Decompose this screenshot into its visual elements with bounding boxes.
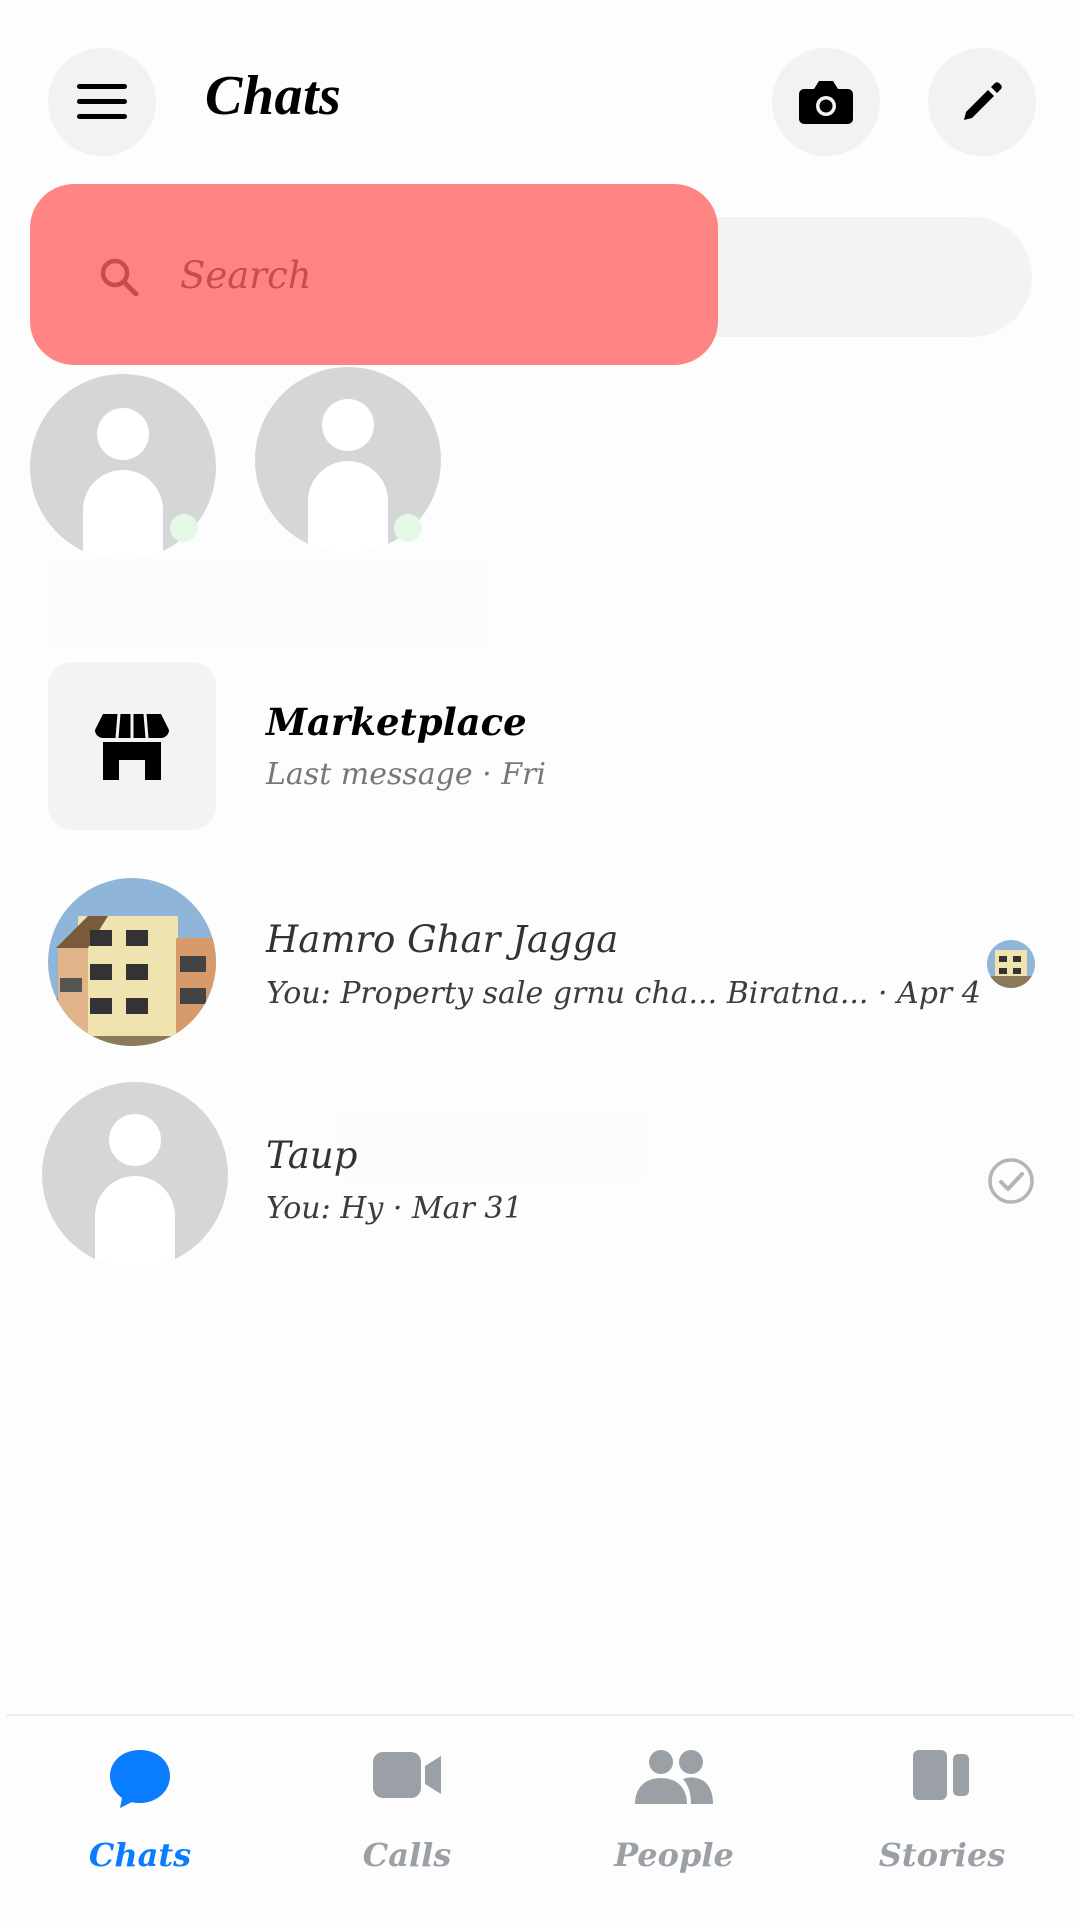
camera-button[interactable]: [772, 48, 880, 156]
default-person-icon: [322, 399, 374, 451]
tab-label: Calls: [362, 1836, 452, 1874]
tab-label: Chats: [88, 1836, 192, 1874]
people-icon: [635, 1750, 713, 1804]
tab-label: Stories: [878, 1836, 1006, 1874]
chat-row-taup[interactable]: [0, 1072, 1080, 1272]
chat-bubble-icon: [110, 1750, 170, 1808]
video-camera-icon: [373, 1752, 441, 1798]
chat-row-marketplace[interactable]: [0, 650, 1080, 845]
bottom-navigation: [6, 1714, 1074, 1922]
search-input[interactable]: Search: [180, 254, 312, 297]
camera-icon: [799, 81, 853, 124]
tab-label: People: [614, 1836, 734, 1874]
default-person-icon: [97, 408, 149, 460]
pencil-icon: [964, 82, 1002, 120]
chat-row-hamro-ghar-jagga[interactable]: [0, 866, 1080, 1061]
hamburger-menu-icon: [77, 84, 127, 119]
story-names-placeholder: [48, 562, 488, 644]
page-title: Chats: [205, 65, 342, 127]
stories-icon: [913, 1750, 969, 1800]
online-indicator: [394, 514, 422, 542]
search-icon: [100, 258, 139, 297]
online-indicator: [170, 514, 198, 542]
menu-button[interactable]: [48, 48, 156, 156]
compose-button[interactable]: [928, 48, 1036, 156]
